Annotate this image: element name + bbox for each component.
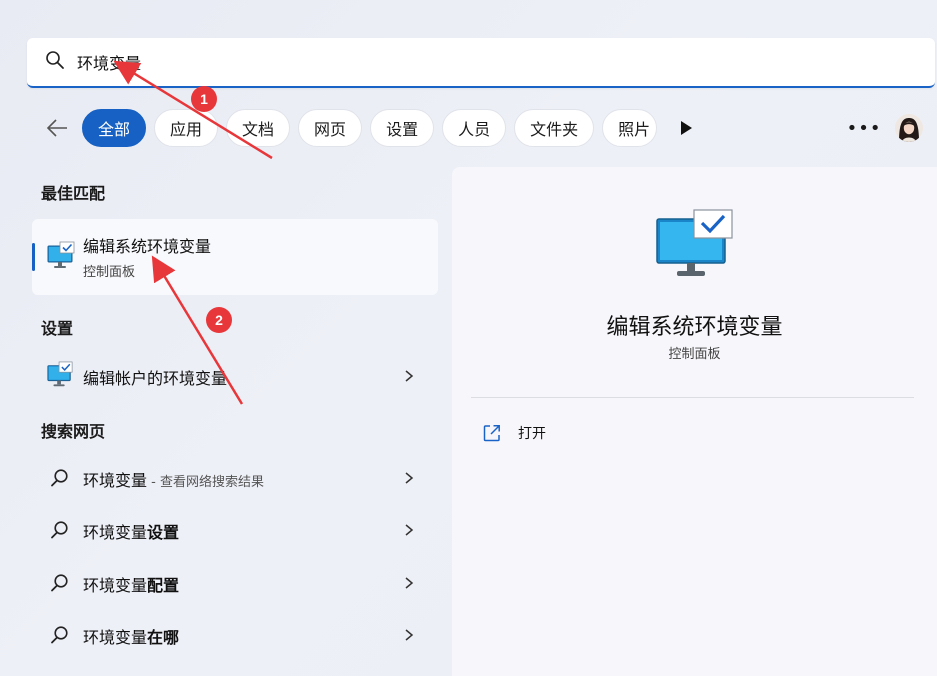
settings-result-item[interactable]: 编辑帐户的环境变量 xyxy=(32,353,438,399)
detail-panel: 编辑系统环境变量 控制面板 打开 xyxy=(452,167,937,676)
search-icon xyxy=(46,464,74,492)
avatar[interactable] xyxy=(895,114,923,142)
search-input[interactable]: 环境变量 xyxy=(77,50,141,74)
detail-subtitle: 控制面板 xyxy=(668,347,721,362)
search-box[interactable]: 环境变量 xyxy=(27,38,935,88)
annotation-badge-2: 2 xyxy=(206,307,232,333)
chevron-right-icon xyxy=(405,370,414,382)
more-options-button[interactable]: ••• xyxy=(847,112,881,144)
section-title-best-match: 最佳匹配 xyxy=(41,184,106,203)
section-title-web: 搜索网页 xyxy=(41,422,106,441)
chevron-right-icon xyxy=(405,577,414,589)
filter-chip-documents[interactable]: 文档 xyxy=(226,109,291,147)
filter-chip-photos[interactable]: 照片 xyxy=(602,109,658,147)
arrow-left-icon xyxy=(46,119,67,137)
search-icon xyxy=(46,569,74,597)
settings-result-label: 编辑帐户的环境变量 xyxy=(83,369,228,388)
open-button[interactable]: 打开 xyxy=(482,421,546,445)
selection-indicator xyxy=(32,243,35,271)
monitor-check-icon xyxy=(656,209,733,276)
chevron-right-icon xyxy=(405,524,414,536)
scroll-filters-button[interactable] xyxy=(673,115,699,141)
search-icon xyxy=(46,621,74,649)
search-icon xyxy=(45,50,65,74)
web-result-item[interactable]: 环境变量设置 xyxy=(32,507,438,553)
search-icon xyxy=(46,516,74,544)
filter-chip-settings[interactable]: 设置 xyxy=(370,109,435,147)
annotation-badge-1: 1 xyxy=(191,86,217,112)
open-external-icon xyxy=(483,425,500,442)
monitor-check-icon xyxy=(46,241,76,271)
back-button[interactable] xyxy=(40,111,74,145)
section-title-settings: 设置 xyxy=(41,319,74,338)
chevron-right-icon xyxy=(405,629,414,641)
detail-title: 编辑系统环境变量 xyxy=(606,315,783,340)
web-result-item[interactable]: 环境变量 - 查看网络搜索结果 xyxy=(32,455,438,501)
filter-bar: 全部 应用 文档 网页 设置 人员 文件夹 照片 ••• xyxy=(40,108,930,148)
best-match-result[interactable]: 编辑系统环境变量 控制面板 xyxy=(32,219,438,295)
user-avatar-icon xyxy=(895,114,923,142)
web-result-item[interactable]: 环境变量在哪 xyxy=(32,612,438,658)
web-result-label: 环境变量配置 xyxy=(83,576,180,595)
monitor-check-icon xyxy=(46,361,74,389)
web-result-label: 环境变量在哪 xyxy=(83,628,180,647)
play-icon xyxy=(681,121,693,135)
web-result-label: 环境变量设置 xyxy=(83,523,180,542)
filter-chip-folders[interactable]: 文件夹 xyxy=(514,109,595,147)
best-match-title: 编辑系统环境变量 xyxy=(83,237,212,256)
filter-chip-apps[interactable]: 应用 xyxy=(154,109,219,147)
web-result-label: 环境变量 - 查看网络搜索结果 xyxy=(83,471,264,490)
divider xyxy=(471,397,914,398)
filter-chip-all[interactable]: 全部 xyxy=(82,109,147,147)
web-result-item[interactable]: 环境变量配置 xyxy=(32,560,438,606)
chevron-right-icon xyxy=(405,472,414,484)
filter-chip-people[interactable]: 人员 xyxy=(442,109,507,147)
open-label: 打开 xyxy=(518,426,546,442)
best-match-subtitle: 控制面板 xyxy=(83,265,136,280)
filter-chip-web[interactable]: 网页 xyxy=(298,109,363,147)
